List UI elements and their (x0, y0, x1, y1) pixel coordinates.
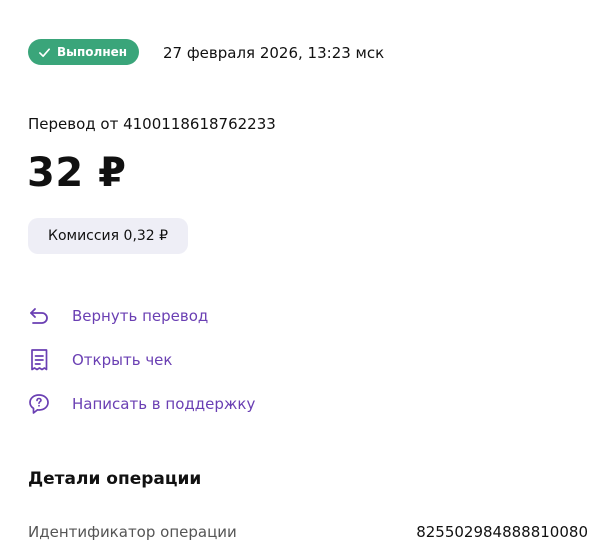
operation-page: Выполнен 27 февраля 2026, 13:23 мск Пере… (0, 0, 599, 551)
amount: 32 ₽ (27, 150, 127, 196)
transfer-source: Перевод от 4100118618762233 (28, 115, 276, 133)
check-icon (39, 47, 50, 57)
return-arrow-icon (27, 304, 51, 328)
open-receipt-action[interactable]: Открыть чек (27, 348, 172, 372)
details-title: Детали операции (28, 469, 202, 489)
detail-label: Идентификатор операции (28, 523, 237, 541)
write-support-action[interactable]: Написать в поддержку (27, 392, 255, 416)
write-support-label[interactable]: Написать в поддержку (72, 395, 255, 413)
open-receipt-label[interactable]: Открыть чек (72, 351, 172, 369)
return-transfer-action[interactable]: Вернуть перевод (27, 304, 208, 328)
detail-value[interactable]: 825502984888810080 (416, 523, 588, 541)
status-label: Выполнен (57, 45, 128, 59)
status-badge: Выполнен (28, 39, 140, 65)
operation-date: 27 февраля 2026, 13:23 мск (163, 44, 385, 62)
return-transfer-label[interactable]: Вернуть перевод (72, 307, 208, 325)
receipt-icon (27, 348, 51, 372)
detail-row-operation-id: Идентификатор операции 82550298488881008… (28, 523, 588, 545)
status-row: Выполнен (28, 39, 140, 65)
support-chat-icon (27, 392, 51, 416)
commission-chip: Комиссия 0,32 ₽ (28, 218, 189, 254)
